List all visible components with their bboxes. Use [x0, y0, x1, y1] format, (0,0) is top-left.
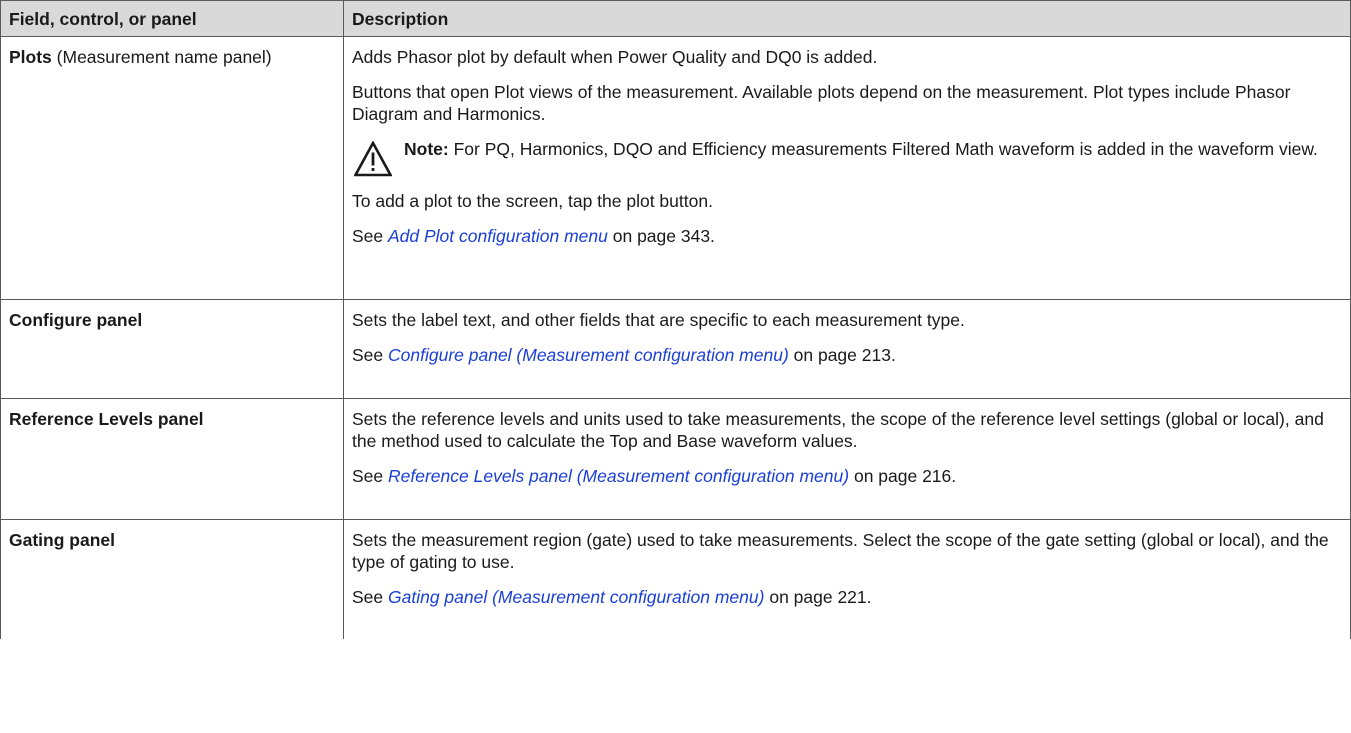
- field-qualifier: (Measurement name panel): [51, 47, 272, 67]
- table-header-row: Field, control, or panel Description: [0, 0, 1351, 37]
- see-prefix: See: [352, 587, 388, 607]
- description-paragraph: Sets the reference levels and units used…: [352, 409, 1324, 451]
- field-name: Reference Levels panel: [9, 409, 204, 429]
- xref-link-configure-panel[interactable]: Configure panel (Measurement configurati…: [388, 345, 789, 365]
- description-paragraph: Sets the measurement region (gate) used …: [352, 530, 1329, 572]
- description-cell: Sets the measurement region (gate) used …: [343, 519, 1351, 639]
- field-cell: Plots (Measurement name panel): [0, 36, 344, 300]
- description-cell: Sets the reference levels and units used…: [343, 398, 1351, 520]
- column-header-description: Description: [343, 0, 1351, 37]
- warning-triangle-icon: [354, 141, 392, 177]
- field-cell: Reference Levels panel: [0, 398, 344, 520]
- note-body: For PQ, Harmonics, DQO and Efficiency me…: [448, 139, 1318, 159]
- description-paragraph: Sets the label text, and other fields th…: [352, 310, 965, 330]
- description-cell: Sets the label text, and other fields th…: [343, 299, 1351, 399]
- xref-link-reference-levels-panel[interactable]: Reference Levels panel (Measurement conf…: [388, 466, 849, 486]
- field-cell: Gating panel: [0, 519, 344, 639]
- field-name: Plots: [9, 47, 52, 67]
- note-label: Note:: [404, 139, 449, 159]
- description-cell: Adds Phasor plot by default when Power Q…: [343, 36, 1351, 300]
- see-suffix: on page 343.: [607, 226, 715, 246]
- field-name: Gating panel: [9, 530, 115, 550]
- description-paragraph: Adds Phasor plot by default when Power Q…: [352, 47, 878, 67]
- see-suffix: on page 221.: [764, 587, 872, 607]
- xref-link-gating-panel[interactable]: Gating panel (Measurement configuration …: [388, 587, 764, 607]
- note-callout: Note: For PQ, Harmonics, DQO and Efficie…: [352, 138, 1342, 177]
- field-cell: Configure panel: [0, 299, 344, 399]
- see-suffix: on page 216.: [849, 466, 957, 486]
- see-prefix: See: [352, 466, 388, 486]
- see-prefix: See: [352, 345, 388, 365]
- description-paragraph: To add a plot to the screen, tap the plo…: [352, 191, 713, 211]
- see-reference: See Configure panel (Measurement configu…: [352, 344, 1342, 366]
- description-paragraph: Buttons that open Plot views of the meas…: [352, 82, 1291, 124]
- note-text: Note: For PQ, Harmonics, DQO and Efficie…: [404, 138, 1338, 160]
- see-reference: See Gating panel (Measurement configurat…: [352, 586, 1342, 608]
- column-header-field: Field, control, or panel: [0, 0, 344, 37]
- xref-link-add-plot[interactable]: Add Plot configuration menu: [388, 226, 608, 246]
- field-name: Configure panel: [9, 310, 143, 330]
- see-reference: See Reference Levels panel (Measurement …: [352, 465, 1342, 487]
- table-row: Reference Levels panel Sets the referenc…: [0, 398, 1351, 520]
- table-row: Gating panel Sets the measurement region…: [0, 519, 1351, 639]
- table-row: Configure panel Sets the label text, and…: [0, 299, 1351, 399]
- description-table: Field, control, or panel Description Plo…: [0, 0, 1351, 639]
- see-prefix: See: [352, 226, 388, 246]
- see-reference: See Add Plot configuration menu on page …: [352, 225, 1342, 247]
- see-suffix: on page 213.: [788, 345, 896, 365]
- table-row: Plots (Measurement name panel) Adds Phas…: [0, 36, 1351, 300]
